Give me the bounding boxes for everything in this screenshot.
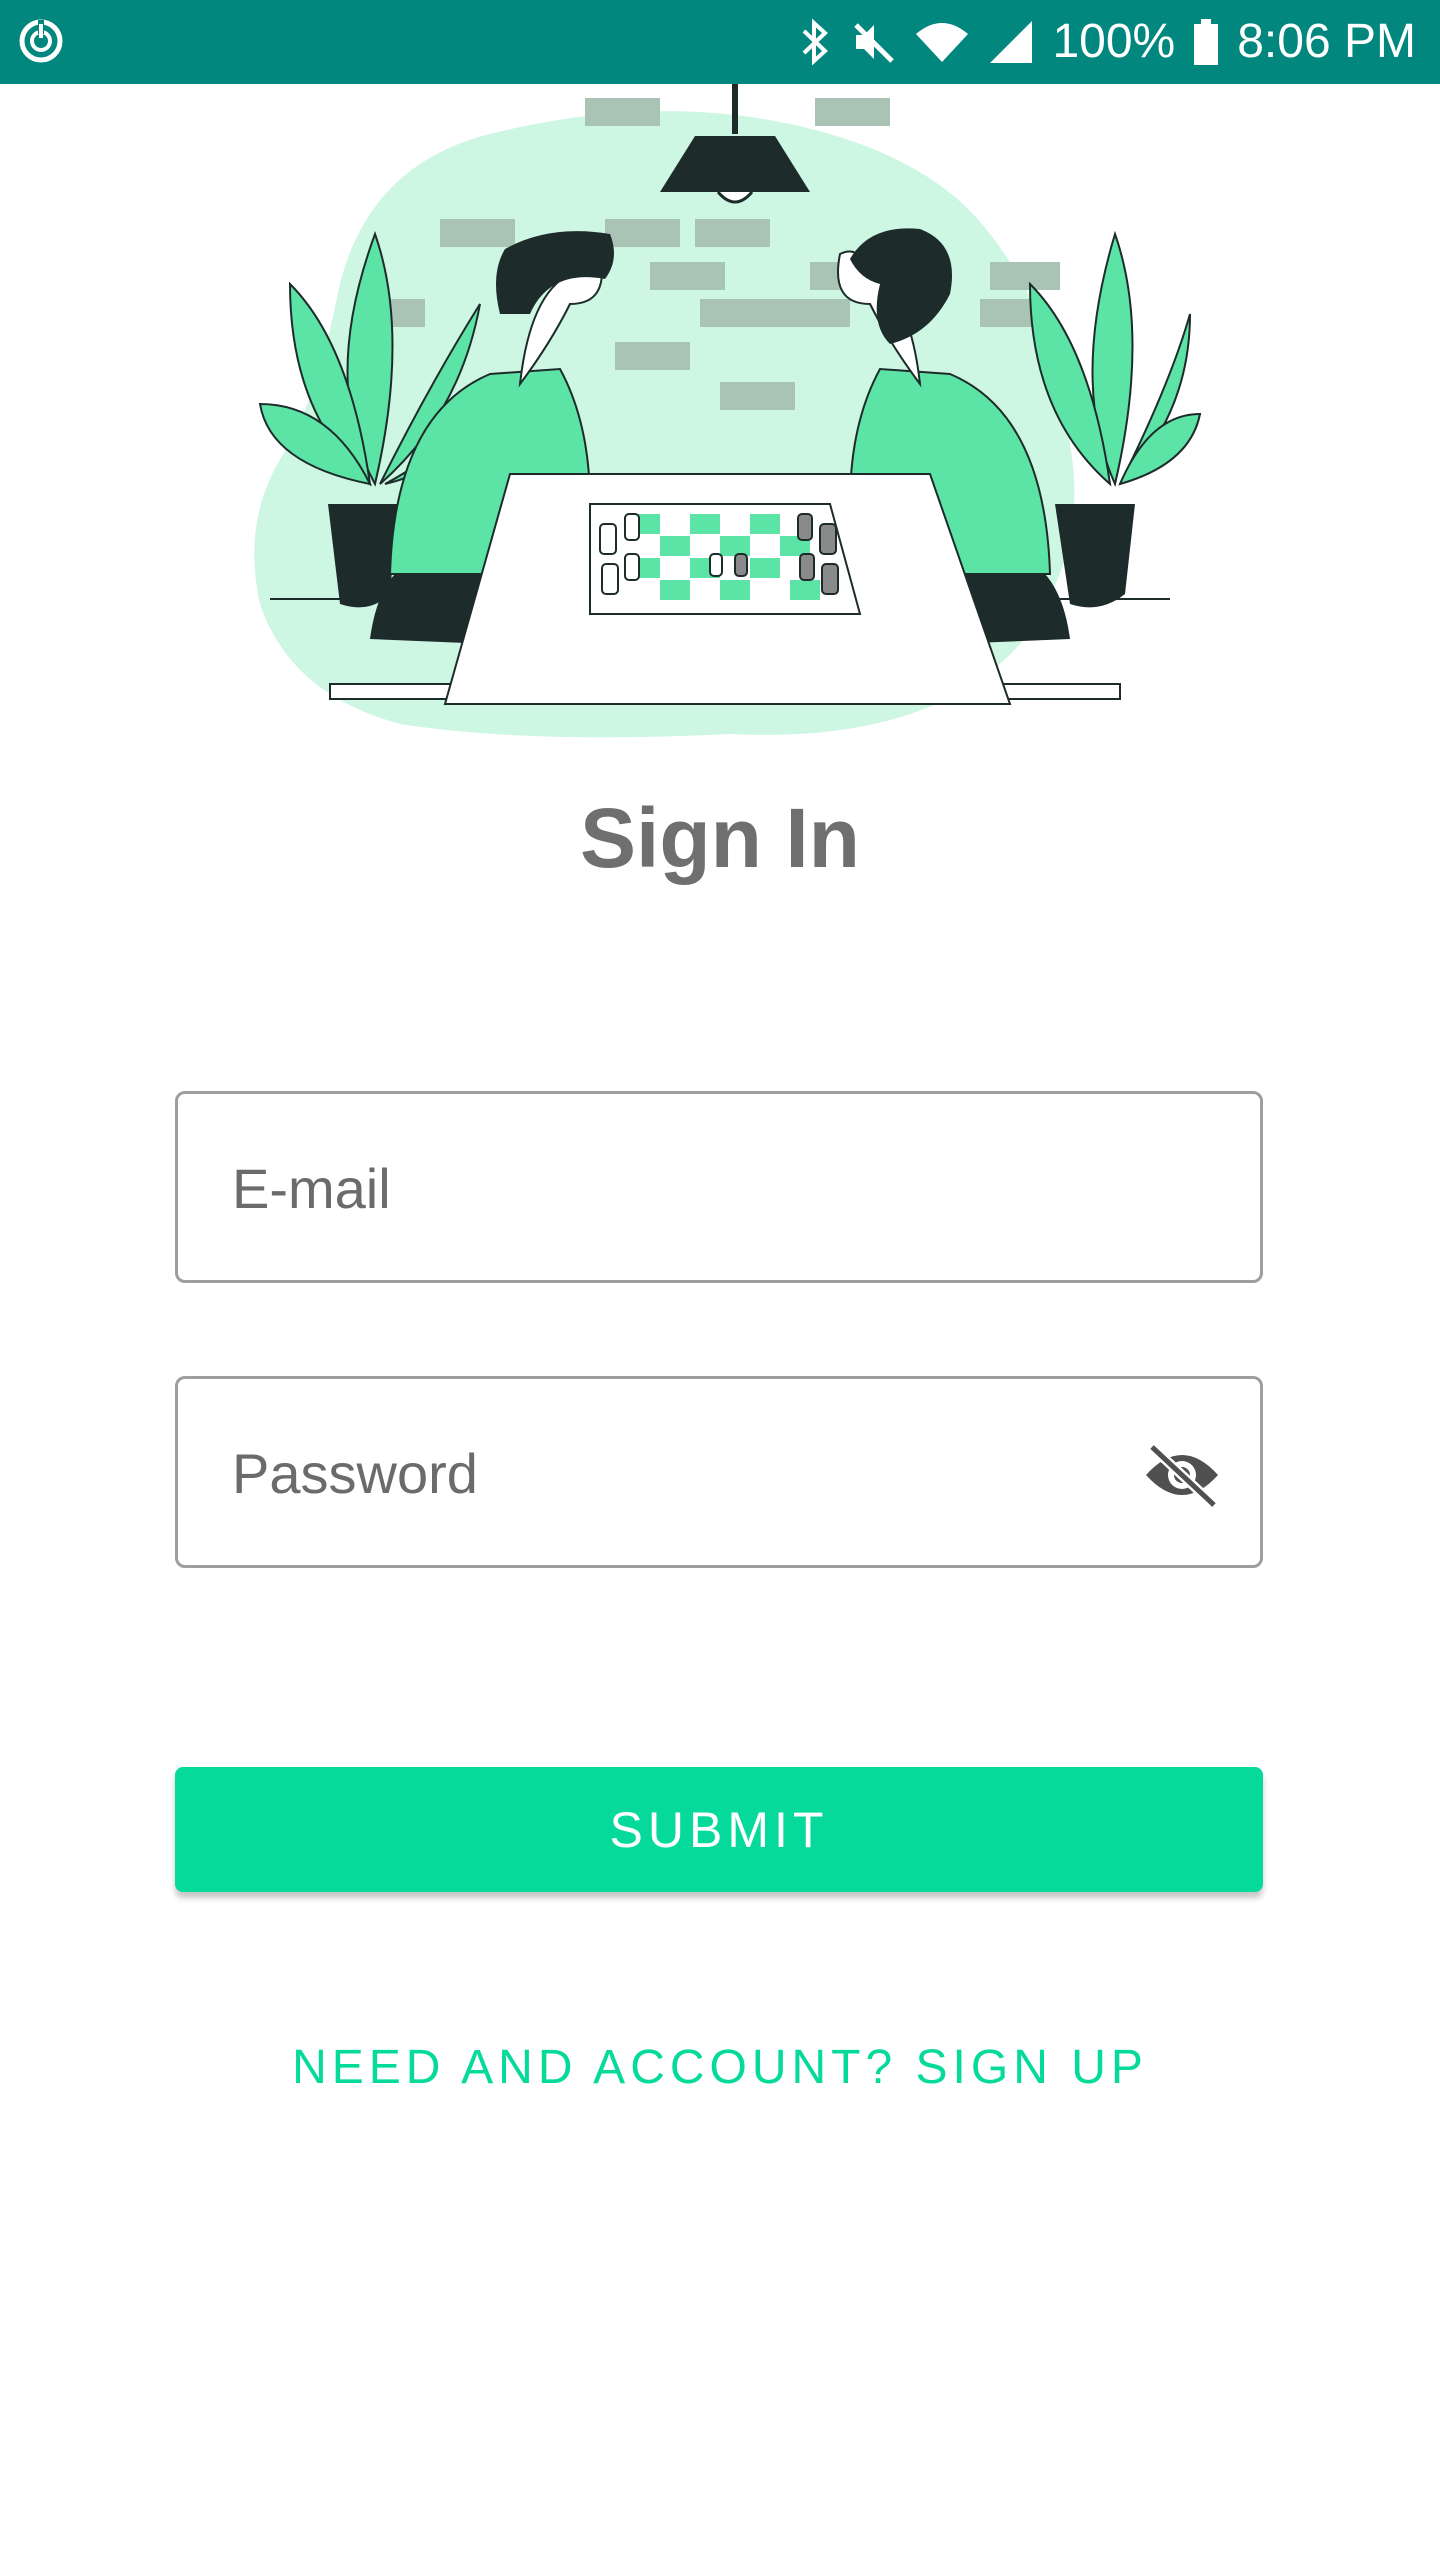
email-input[interactable] <box>230 1094 1134 1282</box>
wifi-icon <box>916 23 969 62</box>
status-bar: 100% 8:06 PM <box>0 0 1440 84</box>
signal-icon <box>990 21 1033 63</box>
signup-link[interactable]: NEED AND ACCOUNT? SIGN UP <box>0 2040 1440 2095</box>
battery-percent: 100% <box>1052 15 1176 68</box>
password-field[interactable] <box>175 1376 1263 1568</box>
email-field[interactable] <box>175 1091 1263 1283</box>
eye-off-icon[interactable] <box>1142 1441 1222 1509</box>
password-input[interactable] <box>230 1379 1134 1567</box>
sync-icon <box>19 19 63 63</box>
mute-icon <box>854 23 895 63</box>
battery-icon <box>1194 19 1219 65</box>
status-icons: 100% 8:06 PM <box>798 0 1416 84</box>
submit-button[interactable]: SUBMIT <box>175 1767 1263 1892</box>
chess-players-illustration <box>254 84 1202 738</box>
bluetooth-icon <box>803 19 829 65</box>
page-title: Sign In <box>580 791 860 885</box>
clock: 8:06 PM <box>1237 15 1416 68</box>
